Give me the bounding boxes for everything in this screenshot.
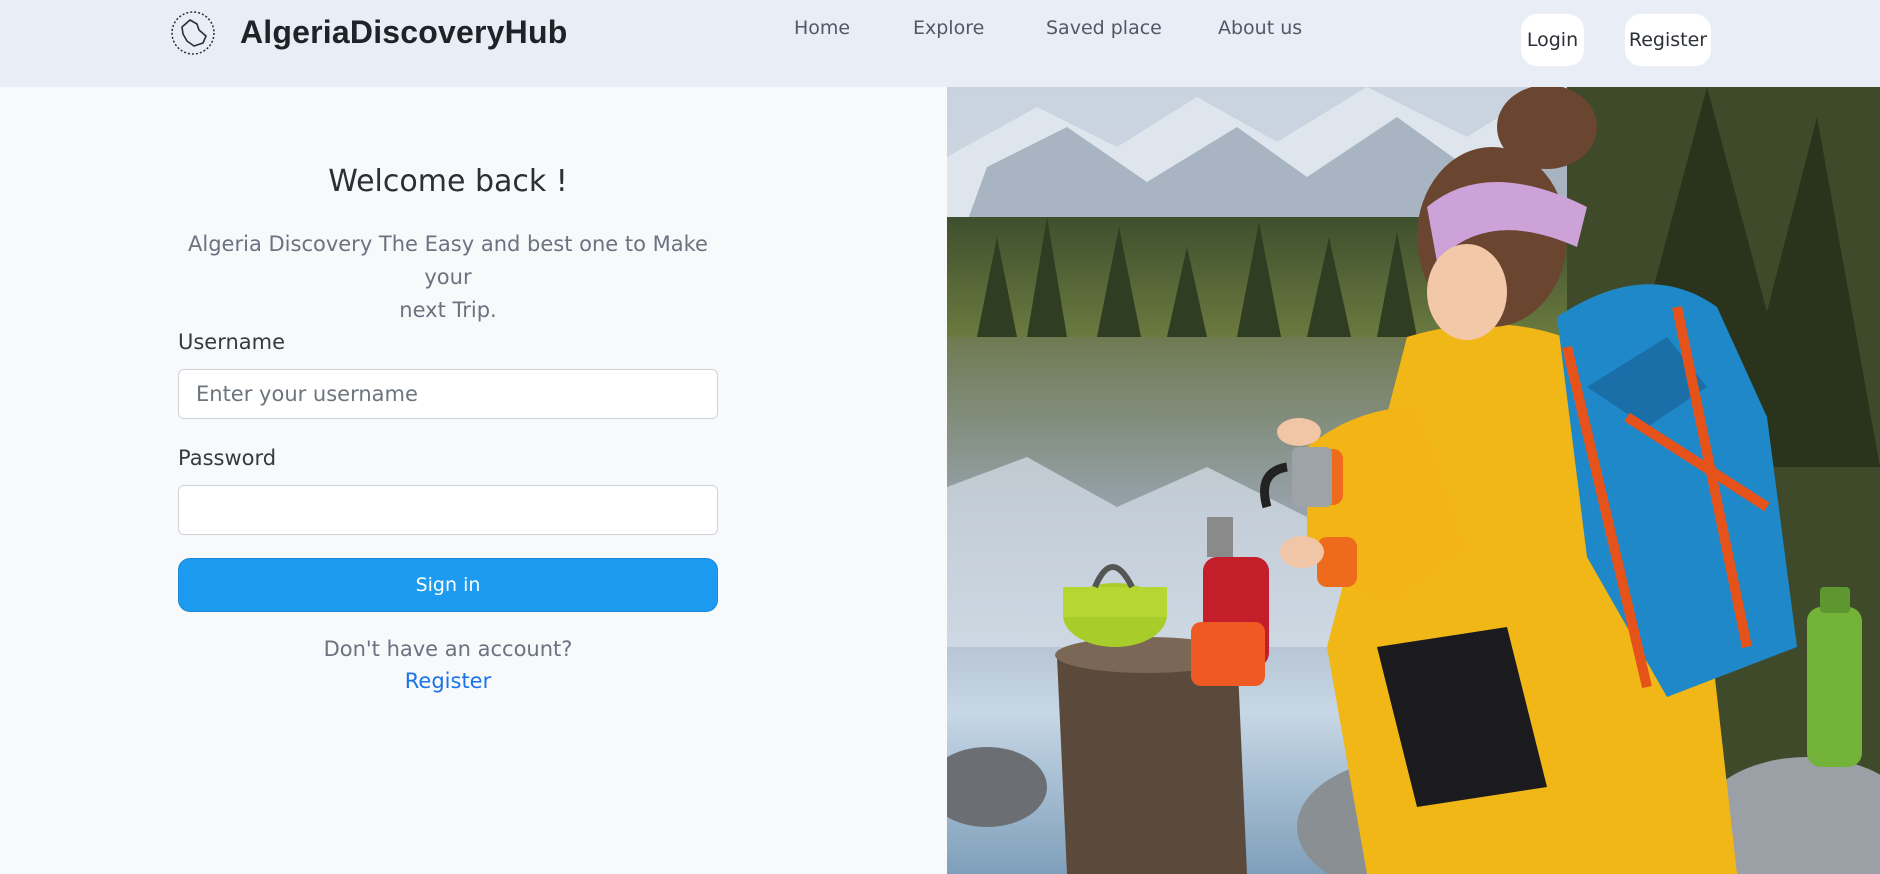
top-navbar: AlgeriaDiscoveryHub Home Explore Saved p…	[0, 0, 1880, 87]
subtitle-line-1: Algeria Discovery The Easy and best one …	[188, 232, 708, 289]
login-button[interactable]: Login	[1521, 14, 1584, 66]
hiker-lake-illustration	[947, 87, 1880, 874]
nav-explore[interactable]: Explore	[913, 17, 984, 39]
username-input[interactable]	[178, 369, 718, 419]
algeria-map-icon[interactable]	[170, 10, 216, 56]
page-title: Welcome back !	[328, 164, 568, 199]
brand-title[interactable]: AlgeriaDiscoveryHub	[240, 14, 567, 51]
no-account-text: Don't have an account?	[323, 637, 573, 661]
hero-photo	[947, 87, 1880, 874]
register-link[interactable]: Register	[178, 669, 718, 693]
nav-home[interactable]: Home	[794, 17, 850, 39]
password-input[interactable]	[178, 485, 718, 535]
username-label: Username	[178, 330, 286, 354]
page-subtitle: Algeria Discovery The Easy and best one …	[178, 228, 718, 327]
subtitle-line-2: next Trip.	[399, 298, 497, 322]
register-button[interactable]: Register	[1625, 14, 1711, 66]
nav-about-us[interactable]: About us	[1218, 17, 1302, 39]
password-label: Password	[178, 446, 277, 470]
sign-in-button[interactable]: Sign in	[178, 558, 718, 612]
nav-saved-place[interactable]: Saved place	[1046, 17, 1162, 39]
